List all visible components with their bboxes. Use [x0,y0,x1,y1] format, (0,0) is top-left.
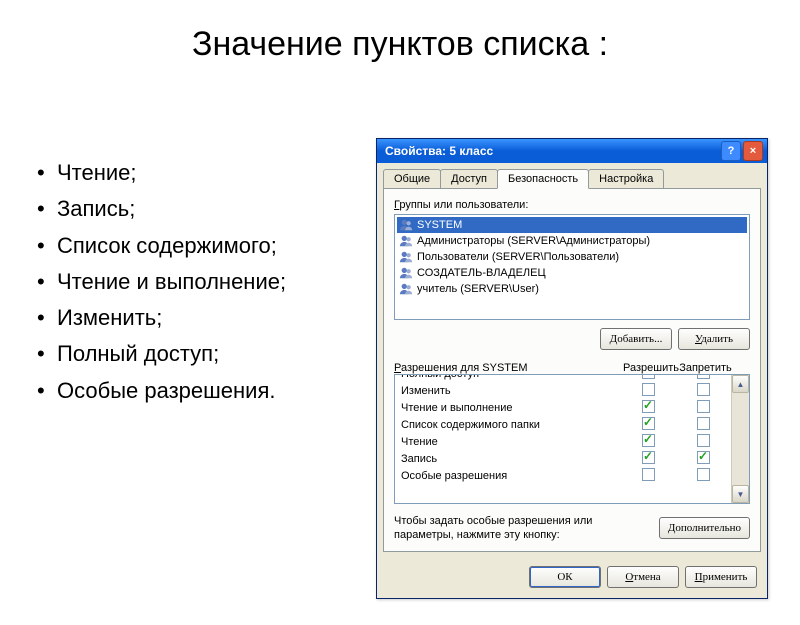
properties-dialog: Свойства: 5 класс ? × ОбщиеДоступБезопас… [376,138,768,599]
advanced-button[interactable]: Дополнительно [659,517,750,539]
permission-name: Запись [401,453,621,465]
permission-row: Чтение и выполнение [395,399,731,416]
group-name: SYSTEM [417,219,462,231]
group-row[interactable]: Пользователи (SERVER\Пользователи) [397,249,747,265]
bullet-item: Полный доступ; [35,336,355,372]
help-button[interactable]: ? [721,141,741,161]
permissions-header: Разрешения для SYSTEM Разрешить Запретит… [394,362,750,374]
permission-row: Изменить [395,382,731,399]
group-row[interactable]: учитель (SERVER\User) [397,281,747,297]
security-tab-panel: Группы или пользователи: SYSTEM Администр… [383,188,761,552]
deny-checkbox[interactable] [697,451,710,464]
group-icon [399,218,413,232]
cancel-button[interactable]: Отмена [607,566,679,588]
permission-row: Чтение [395,433,731,450]
bullet-list: Чтение;Запись;Список содержимого;Чтение … [35,155,355,409]
dialog-button-bar: ОК Отмена Применить [377,558,767,598]
scroll-down-button[interactable]: ▼ [732,485,749,503]
slide-title: Значение пунктов списка : [0,25,800,64]
allow-checkbox[interactable] [642,434,655,447]
permission-name: Список содержимого папки [401,419,621,431]
group-name: Пользователи (SERVER\Пользователи) [417,251,619,263]
group-icon [399,250,413,264]
deny-column-header: Запретить [678,362,733,374]
allow-checkbox[interactable] [642,400,655,413]
group-name: СОЗДАТЕЛЬ-ВЛАДЕЛЕЦ [417,267,546,279]
allow-checkbox[interactable] [642,417,655,430]
scroll-up-button[interactable]: ▲ [732,375,749,393]
allow-checkbox[interactable] [642,375,655,379]
allow-checkbox[interactable] [642,468,655,481]
group-name: Администраторы (SERVER\Администраторы) [417,235,650,247]
permission-name: Чтение [401,436,621,448]
deny-checkbox[interactable] [697,383,710,396]
apply-button[interactable]: Применить [685,566,757,588]
permission-row: Особые разрешения [395,467,731,484]
tab-доступ[interactable]: Доступ [440,169,498,188]
titlebar-title: Свойства: 5 класс [385,144,721,158]
bullet-item: Изменить; [35,300,355,336]
group-icon [399,266,413,280]
deny-checkbox[interactable] [697,400,710,413]
permission-row: Запись [395,450,731,467]
bullet-item: Запись; [35,191,355,227]
bullet-item: Список содержимого; [35,228,355,264]
tab-общие[interactable]: Общие [383,169,441,188]
remove-button[interactable]: Удалить [678,328,750,350]
scrollbar[interactable]: ▲ ▼ [731,375,749,503]
deny-checkbox[interactable] [697,375,710,379]
advanced-hint-text: Чтобы задать особые разрешения или парам… [394,514,653,543]
deny-checkbox[interactable] [697,417,710,430]
bullet-item: Чтение; [35,155,355,191]
permission-row: Список содержимого папки [395,416,731,433]
tab-безопасность[interactable]: Безопасность [497,169,589,189]
bullet-item: Чтение и выполнение; [35,264,355,300]
group-icon [399,234,413,248]
allow-checkbox[interactable] [642,383,655,396]
permissions-listbox: Полный доступ Изменить Чтение и выполнение… [394,374,750,504]
allow-checkbox[interactable] [642,451,655,464]
permission-name: Полный доступ [401,375,621,380]
group-row[interactable]: SYSTEM [397,217,747,233]
tab-настройка[interactable]: Настройка [588,169,664,188]
titlebar[interactable]: Свойства: 5 класс ? × [377,139,767,163]
groups-label: Группы или пользователи: [394,199,750,211]
tabstrip: ОбщиеДоступБезопасностьНастройка [377,163,767,188]
permission-name: Особые разрешения [401,470,621,482]
deny-checkbox[interactable] [697,434,710,447]
add-button[interactable]: Добавить... [600,328,672,350]
ok-button[interactable]: ОК [529,566,601,588]
close-button[interactable]: × [743,141,763,161]
group-row[interactable]: СОЗДАТЕЛЬ-ВЛАДЕЛЕЦ [397,265,747,281]
group-icon [399,282,413,296]
permission-name: Чтение и выполнение [401,402,621,414]
allow-column-header: Разрешить [623,362,678,374]
groups-listbox[interactable]: SYSTEM Администраторы (SERVER\Администрат… [394,214,750,320]
group-row[interactable]: Администраторы (SERVER\Администраторы) [397,233,747,249]
group-name: учитель (SERVER\User) [417,283,539,295]
permission-row: Полный доступ [395,375,731,382]
deny-checkbox[interactable] [697,468,710,481]
bullet-item: Особые разрешения. [35,373,355,409]
permission-name: Изменить [401,385,621,397]
